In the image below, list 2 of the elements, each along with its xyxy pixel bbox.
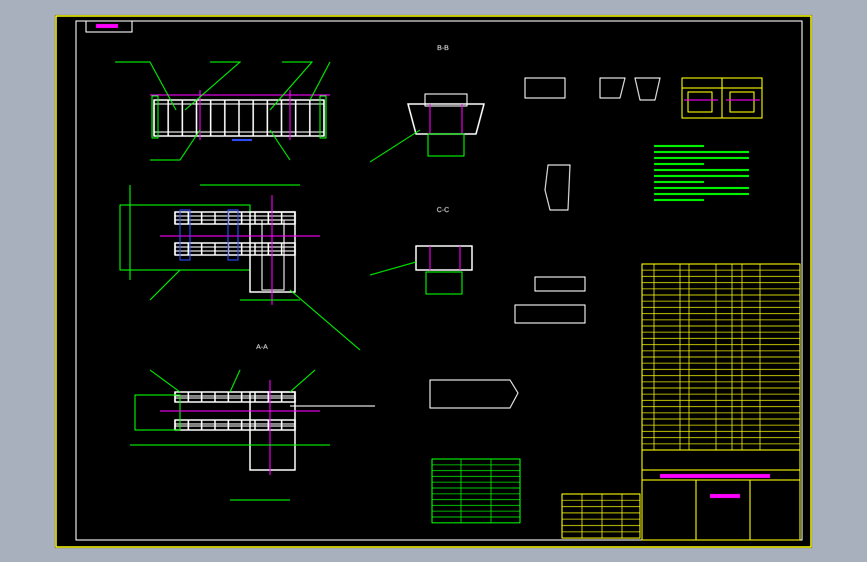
plate-detail-drawing xyxy=(514,276,586,324)
bracket-detail-drawing xyxy=(544,164,571,210)
